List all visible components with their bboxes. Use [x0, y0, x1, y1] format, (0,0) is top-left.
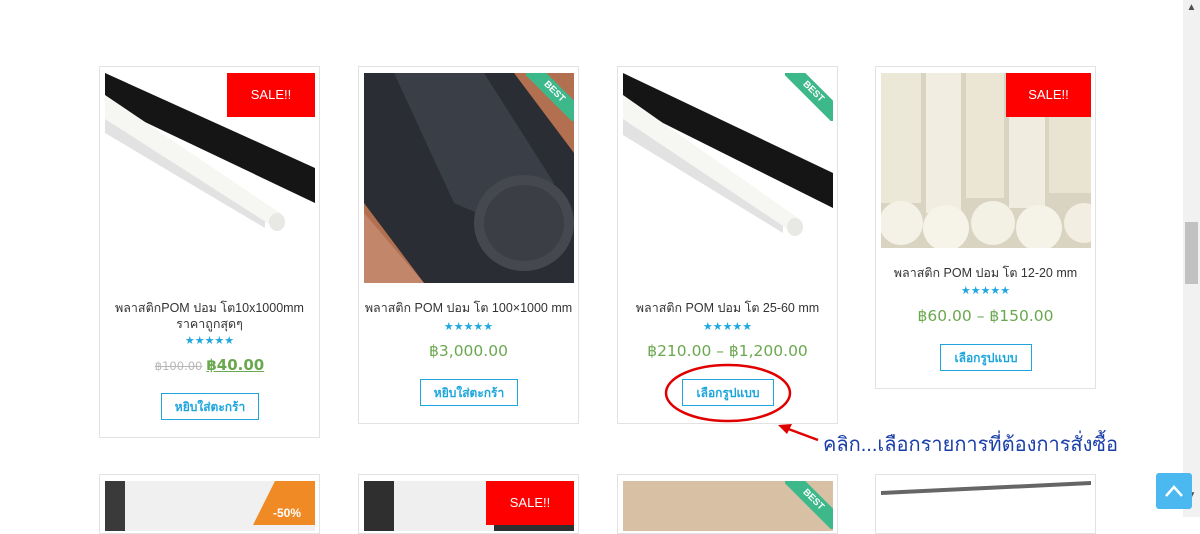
product-card: BEST — [617, 474, 838, 534]
annotation-arrow-head — [778, 424, 792, 434]
product-card: SALE!! พลาสติกPOM ปอม โต10x1000mm ราคาถู… — [99, 66, 320, 438]
sale-badge: SALE!! — [486, 481, 574, 525]
product-price: ฿60.00 – ฿150.00 — [917, 307, 1054, 325]
sale-price: ฿40.00 — [206, 356, 265, 374]
best-ribbon: BEST — [785, 73, 833, 121]
product-image[interactable]: BEST — [623, 73, 833, 283]
product-title[interactable]: พลาสติก POM ปอม โต 25-60 mm — [618, 300, 837, 316]
product-title[interactable]: พลาสติก POM ปอม โต 12-20 mm — [876, 265, 1095, 281]
rating-stars: ★★★★★ — [702, 321, 753, 333]
select-options-button[interactable]: เลือกรูปแบบ — [940, 344, 1032, 371]
product-photo — [394, 481, 494, 531]
rating-stars: ★★★★★ — [960, 285, 1011, 297]
product-image[interactable]: SALE!! — [364, 481, 574, 531]
product-price: ฿210.00 – ฿1,200.00 — [647, 342, 808, 360]
product-card: BEST พลาสติก POM ปอม โต 25-60 mm ★★★★★ ฿… — [617, 66, 838, 424]
best-badge: BEST — [526, 73, 574, 121]
best-badge: BEST — [785, 481, 833, 529]
product-card — [875, 474, 1096, 534]
add-to-cart-button[interactable]: หยิบใส่ตะกร้า — [420, 379, 518, 406]
product-price: ฿3,000.00 — [429, 342, 508, 360]
annotation-text: คลิก...เลือกรายการที่ต้องการสั่งซื้อ — [823, 434, 1118, 456]
product-price: ฿100.00 ฿40.00 — [100, 356, 319, 374]
sale-badge: SALE!! — [1006, 73, 1091, 117]
sale-badge: SALE!! — [227, 73, 315, 117]
product-card: SALE!! พลาสติก POM ปอม โต 12-20 mm ★★★★★… — [875, 66, 1096, 389]
best-ribbon: BEST — [785, 481, 833, 529]
rating-stars: ★★★★★ — [184, 335, 235, 347]
product-image[interactable]: SALE!! — [881, 73, 1091, 248]
chevron-up-icon — [1165, 485, 1183, 497]
scrollbar-thumb[interactable] — [1185, 222, 1198, 284]
scroll-up-arrow-icon[interactable]: ▲ — [1184, 0, 1199, 16]
product-card: SALE!! — [358, 474, 579, 534]
product-image[interactable]: -50% — [105, 481, 315, 531]
rating-stars: ★★★★★ — [443, 321, 494, 333]
product-card: -50% — [99, 474, 320, 534]
product-photo — [881, 481, 1091, 495]
product-image[interactable]: BEST — [623, 481, 833, 531]
product-image[interactable]: SALE!! — [105, 73, 315, 248]
product-title[interactable]: พลาสติก POM ปอม โต 100×1000 mm — [359, 300, 578, 316]
annotation-arrow-line — [782, 425, 819, 442]
old-price: ฿100.00 — [154, 359, 203, 373]
back-to-top-button[interactable] — [1156, 473, 1192, 509]
product-card: BEST พลาสติก POM ปอม โต 100×1000 mm ★★★★… — [358, 66, 579, 424]
product-image[interactable]: BEST — [364, 73, 574, 283]
discount-badge: -50% — [272, 506, 301, 520]
product-title[interactable]: พลาสติกPOM ปอม โต10x1000mm ราคาถูกสุดๆ — [100, 300, 319, 332]
best-badge: BEST — [785, 73, 833, 121]
add-to-cart-button[interactable]: หยิบใส่ตะกร้า — [161, 393, 259, 420]
select-options-button[interactable]: เลือกรูปแบบ — [682, 379, 774, 406]
best-ribbon: BEST — [526, 73, 574, 121]
product-image[interactable] — [881, 481, 1091, 531]
